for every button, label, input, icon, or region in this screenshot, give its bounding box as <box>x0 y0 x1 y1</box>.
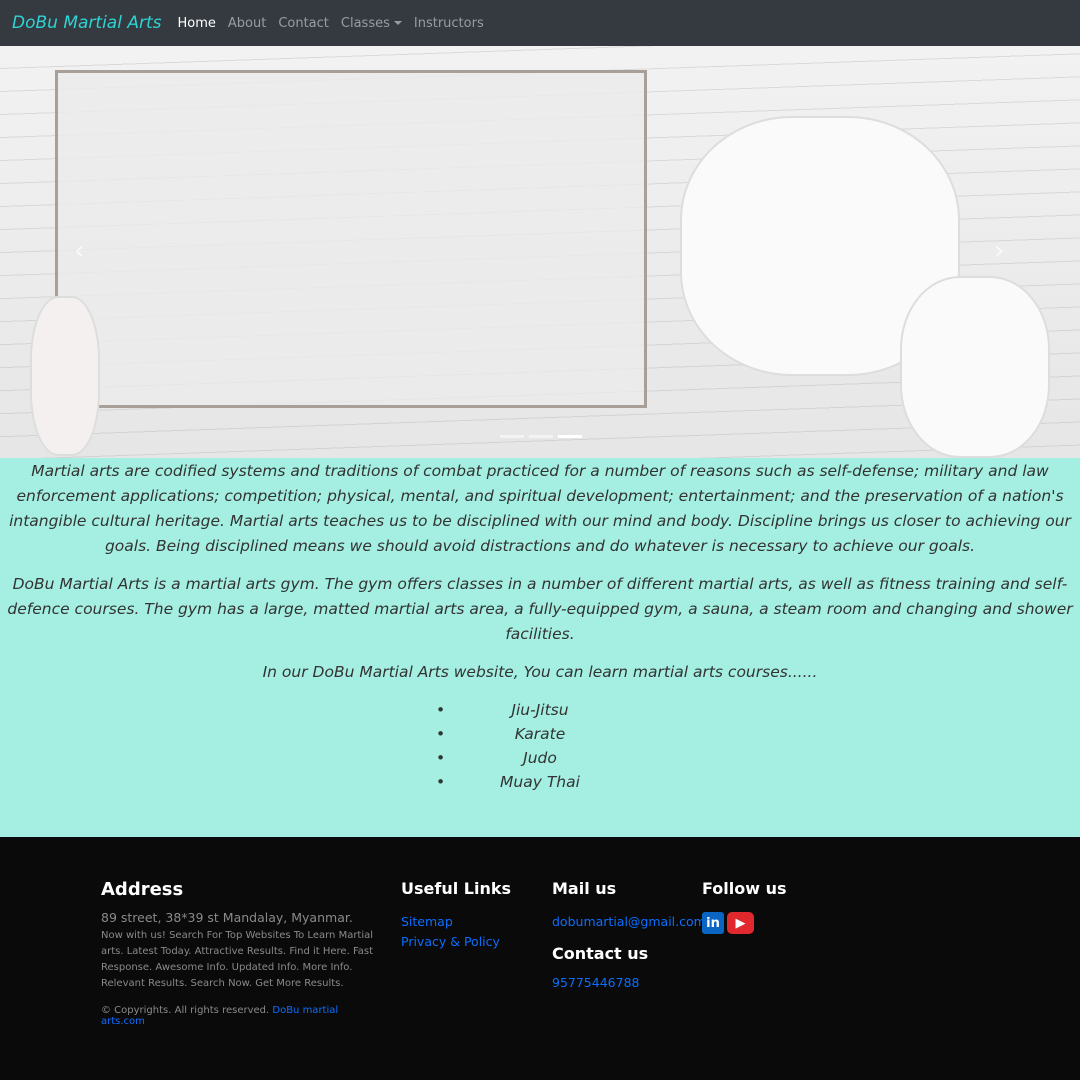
nav-instructors[interactable]: Instructors <box>414 16 484 31</box>
nav-home[interactable]: Home <box>177 16 215 31</box>
intro-paragraph: Martial arts are codified systems and tr… <box>9 462 1071 555</box>
footer: Address 89 street, 38*39 st Mandalay, My… <box>0 837 1080 1080</box>
indicator-2[interactable] <box>529 435 553 438</box>
contact-title: Contact us <box>552 944 649 963</box>
sitemap-link[interactable]: Sitemap <box>401 912 511 932</box>
links-column: Useful Links Sitemap Privacy & Policy <box>401 879 511 952</box>
links-title: Useful Links <box>401 879 512 898</box>
indicator-3[interactable] <box>558 435 582 438</box>
caret-down-icon <box>393 21 402 25</box>
copyright: © Copyrights. All rights reserved. <box>101 1005 270 1016</box>
list-item: Muay Thai <box>436 770 640 794</box>
intro-section: Martial arts are codified systems and tr… <box>0 458 1080 837</box>
youtube-icon[interactable]: ▶ <box>727 912 754 934</box>
courses-intro: In our DoBu Martial Arts website, You ca… <box>262 663 818 681</box>
carousel-image-frame <box>55 70 647 408</box>
navbar: DoBu Martial Arts Home About Contact Cla… <box>0 0 1080 46</box>
address-column: Address 89 street, 38*39 st Mandalay, My… <box>101 879 376 1027</box>
phone-link[interactable]: 95775446788 <box>552 973 706 993</box>
mail-column: Mail us dobumartial@gmail.com Contact us… <box>552 879 706 993</box>
list-item: Jiu-Jitsu <box>436 698 640 722</box>
chevron-right-icon[interactable]: › <box>994 236 1004 266</box>
courses-list: Jiu-Jitsu Karate Judo Muay Thai <box>436 698 640 794</box>
list-item: Judo <box>436 746 640 770</box>
address-line: 89 street, 38*39 st Mandalay, Myanmar. <box>101 910 353 925</box>
nav-about[interactable]: About <box>228 16 266 31</box>
child-illustration <box>30 296 100 456</box>
privacy-link[interactable]: Privacy & Policy <box>401 932 511 952</box>
indicator-1[interactable] <box>500 435 524 438</box>
gym-paragraph: DoBu Martial Arts is a martial arts gym.… <box>7 575 1073 643</box>
linkedin-icon[interactable]: in <box>702 912 724 934</box>
brand-logo[interactable]: DoBu Martial Arts <box>12 13 161 33</box>
follow-title: Follow us <box>702 879 787 898</box>
email-link[interactable]: dobumartial@gmail.com <box>552 912 706 932</box>
address-title: Address <box>101 879 184 900</box>
address-desc: Now with us! Search For Top Websites To … <box>101 930 374 989</box>
fighter-girl-illustration <box>900 276 1050 458</box>
list-item: Karate <box>436 722 640 746</box>
carousel-indicators <box>500 435 582 438</box>
follow-column: Follow us in ▶ <box>702 879 787 934</box>
mail-title: Mail us <box>552 879 617 898</box>
chevron-left-icon[interactable]: ‹ <box>74 236 84 266</box>
carousel: ‹ › <box>0 46 1080 458</box>
nav-contact[interactable]: Contact <box>278 16 329 31</box>
nav-classes-dropdown[interactable]: Classes <box>341 16 402 31</box>
nav-classes-label: Classes <box>340 15 390 31</box>
